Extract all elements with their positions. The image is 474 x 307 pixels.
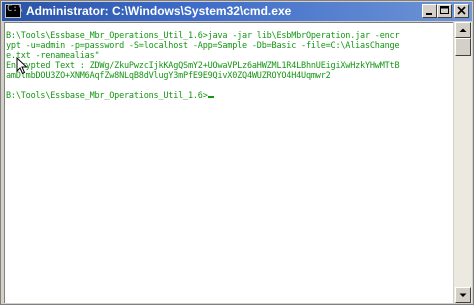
scroll-down-button[interactable]: [455, 287, 471, 303]
console-line: B:\Tools\Essbase_Mbr_Operations_Util_1.6…: [6, 31, 400, 41]
minimize-icon: [426, 13, 432, 15]
console-line: amDlmbDOU3ZO+XNM6AqfZw8NLqB8dVlugY3mPfE9…: [6, 71, 331, 81]
close-button[interactable]: [454, 4, 469, 18]
vertical-scrollbar[interactable]: [454, 22, 472, 303]
scroll-up-button[interactable]: [455, 22, 471, 38]
maximize-button[interactable]: [437, 4, 452, 18]
cmd-window: C:\ Administrator: C:\Windows\System32\c…: [0, 0, 474, 305]
scroll-thumb[interactable]: [455, 38, 471, 56]
prompt-line: B:\Tools\Essbase_Mbr_Operations_Util_1.6…: [6, 91, 399, 101]
prompt-text: B:\Tools\Essbase_Mbr_Operations_Util_1.6…: [6, 91, 208, 101]
title-bar[interactable]: C:\ Administrator: C:\Windows\System32\c…: [2, 2, 472, 21]
console-line: Encrypted Text : ZDWg/ZkuPwzcIjkKAgQSmY2…: [6, 61, 400, 71]
scroll-down-arrow-icon: [459, 293, 467, 297]
scroll-up-arrow-icon: [459, 28, 467, 32]
console-output[interactable]: B:\Tools\Essbase_Mbr_Operations_Util_1.6…: [4, 22, 453, 303]
mouse-pointer-icon: [16, 57, 28, 75]
console-line: e.txt -renamealias": [6, 51, 100, 61]
console-line: ypt -u=admin -p=password -S=localhost -A…: [6, 41, 400, 51]
close-icon: [457, 6, 466, 15]
cmd-icon[interactable]: C:\: [5, 4, 23, 18]
maximize-icon: [440, 6, 449, 14]
minimize-button[interactable]: [422, 4, 437, 18]
text-cursor: [207, 96, 214, 98]
console-text: B:\Tools\Essbase_Mbr_Operations_Util_1.6…: [6, 31, 400, 101]
window-title: Administrator: C:\Windows\System32\cmd.e…: [26, 4, 292, 18]
